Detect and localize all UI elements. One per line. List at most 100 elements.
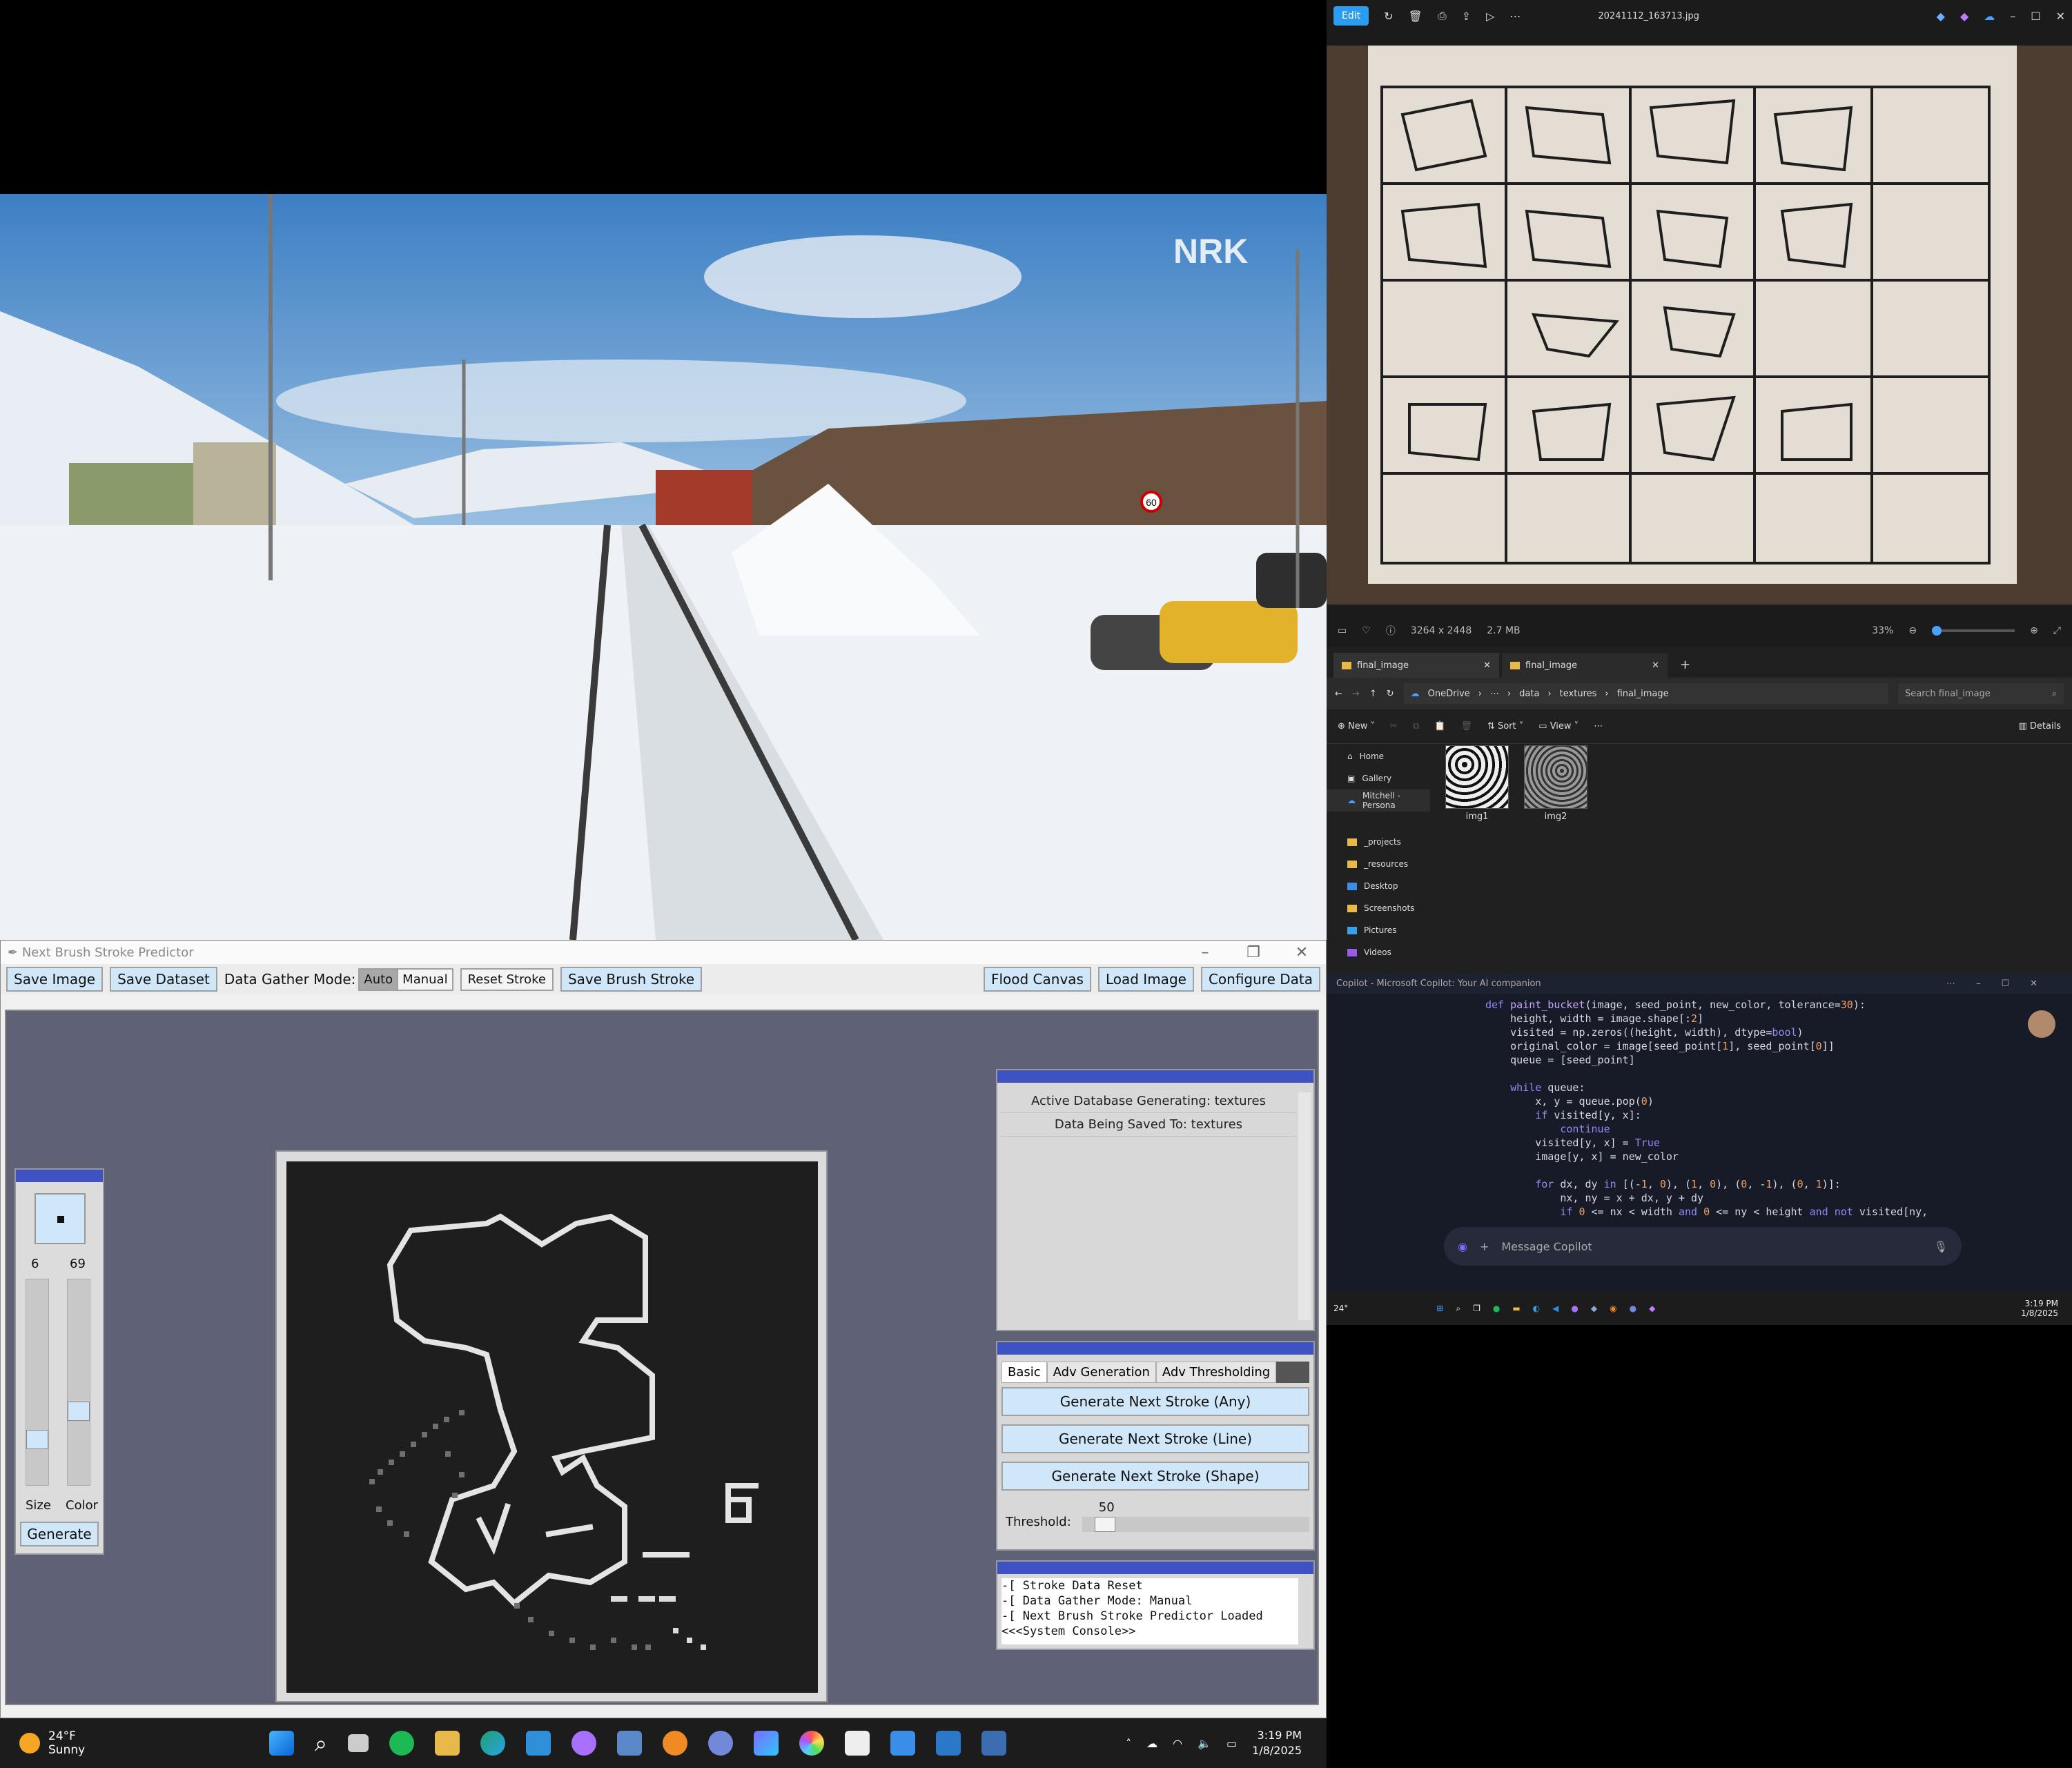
back-icon[interactable]: ←	[1335, 689, 1342, 699]
notepad-icon[interactable]	[890, 1731, 915, 1756]
close-icon[interactable]: ✕	[1278, 944, 1326, 961]
explorer-icon[interactable]: ▬	[1512, 1304, 1520, 1313]
maximize-icon[interactable]: ☐	[2031, 10, 2040, 23]
drawing-canvas[interactable]	[286, 1161, 818, 1693]
more-icon[interactable]: ⋯	[1594, 721, 1603, 731]
zoom-slider[interactable]	[1932, 626, 2015, 636]
threshold-slider-knob[interactable]	[1094, 1517, 1115, 1532]
blender-icon[interactable]	[662, 1731, 687, 1756]
close-tab-icon[interactable]: ✕	[1483, 660, 1491, 671]
info-scrollbar[interactable]	[1298, 1092, 1311, 1320]
add-icon[interactable]: +	[1480, 1240, 1489, 1253]
avatar[interactable]	[2028, 1010, 2055, 1038]
message-input[interactable]: ◉ + Message Copilot 🎙	[1444, 1227, 1962, 1266]
size-slider[interactable]	[26, 1279, 49, 1486]
slideshow-icon[interactable]: ▷	[1486, 10, 1494, 23]
print-icon[interactable]: ⎙	[1438, 9, 1447, 23]
snipping-tool-icon[interactable]	[844, 1731, 870, 1756]
spotify-icon[interactable]	[389, 1731, 414, 1756]
view-button[interactable]: ▭ View ˅	[1538, 721, 1579, 731]
reset-stroke-button[interactable]: Reset Stroke	[460, 968, 554, 991]
new-tab-icon[interactable]: +	[1670, 658, 1700, 678]
nav-desktop[interactable]: Desktop	[1327, 875, 1430, 897]
details-button[interactable]: ▥ Details	[2019, 721, 2062, 731]
photos-icon[interactable]	[935, 1731, 961, 1756]
tab-adv-generation[interactable]: Adv Generation	[1046, 1362, 1156, 1383]
onedrive-icon[interactable]: ☁	[1146, 1737, 1157, 1750]
discord-icon[interactable]	[707, 1731, 733, 1756]
size-slider-knob[interactable]	[26, 1429, 48, 1449]
threshold-slider[interactable]	[1082, 1517, 1309, 1532]
mode-auto-button[interactable]: Auto	[358, 968, 399, 991]
designer-icon[interactable]: ◆	[1937, 10, 1945, 23]
vscode-icon[interactable]	[525, 1731, 551, 1756]
new-button[interactable]: ⊕ New ˅	[1338, 721, 1375, 731]
onedrive-icon[interactable]: ☁	[1984, 10, 1995, 23]
flood-canvas-button[interactable]: Flood Canvas	[983, 967, 1091, 992]
file-explorer-icon[interactable]	[434, 1731, 460, 1756]
generate-line-button[interactable]: Generate Next Stroke (Line)	[1001, 1424, 1309, 1453]
zoom-value[interactable]: 33%	[1872, 625, 1893, 636]
fullscreen-icon[interactable]: ⤢	[2053, 625, 2061, 636]
generate-any-button[interactable]: Generate Next Stroke (Any)	[1001, 1387, 1309, 1416]
start-icon[interactable]	[269, 1731, 294, 1756]
zoom-slider-knob[interactable]	[1932, 626, 1942, 636]
share-icon[interactable]: ⇪	[1462, 10, 1471, 23]
nav-videos[interactable]: Videos	[1327, 941, 1430, 963]
python-icon[interactable]	[981, 1731, 1006, 1756]
paste-icon[interactable]: 📋	[1434, 721, 1445, 731]
taskview-icon[interactable]: ❐	[1473, 1304, 1480, 1313]
nav-gallery[interactable]: ▣ Gallery	[1327, 767, 1430, 789]
zoom-in-icon[interactable]: ⊕	[2030, 625, 2038, 636]
search-icon[interactable]: ⌕	[315, 1730, 327, 1757]
color-slider-knob[interactable]	[68, 1401, 90, 1421]
weather-widget[interactable]: 24°F Sunny	[0, 1729, 248, 1757]
search-input[interactable]: Search final_image ⌕	[1898, 683, 2064, 704]
microphone-icon[interactable]: 🎙	[1934, 1240, 1948, 1253]
godot-icon[interactable]	[616, 1731, 642, 1756]
nav-screenshots[interactable]: Screenshots	[1327, 897, 1430, 919]
crumb-data[interactable]: data	[1519, 689, 1539, 699]
minimize-icon[interactable]: –	[1181, 944, 1229, 961]
nav-onedrive[interactable]: ☁ Mitchell - Persona	[1327, 789, 1430, 812]
tab-basic[interactable]: Basic	[1001, 1362, 1047, 1383]
chevron-up-icon[interactable]: ˄	[1126, 1737, 1131, 1750]
close-tab-icon[interactable]: ✕	[1652, 660, 1659, 671]
load-image-button[interactable]: Load Image	[1097, 967, 1194, 992]
info-icon[interactable]: ⓘ	[1386, 624, 1396, 638]
minimize-icon[interactable]: –	[2010, 10, 2015, 23]
color-picker-icon[interactable]	[799, 1731, 824, 1756]
start-icon[interactable]: ⊞	[1436, 1304, 1443, 1313]
crumb-final-image[interactable]: final_image	[1617, 689, 1669, 699]
wifi-icon[interactable]: ◠	[1173, 1737, 1182, 1750]
clock[interactable]: 3:19 PM 1/8/2025	[1252, 1728, 1302, 1758]
search-icon[interactable]: ⌕	[1456, 1304, 1460, 1314]
crumb-onedrive[interactable]: OneDrive	[1428, 689, 1470, 699]
save-image-button[interactable]: Save Image	[6, 967, 104, 992]
crumb-textures[interactable]: textures	[1560, 689, 1597, 699]
volume-icon[interactable]: 🔈	[1198, 1737, 1211, 1750]
mode-manual-button[interactable]: Manual	[397, 968, 453, 991]
color-slider[interactable]	[67, 1279, 90, 1486]
generate-shape-button[interactable]: Generate Next Stroke (Shape)	[1001, 1462, 1309, 1491]
github-icon[interactable]: ●	[1571, 1304, 1578, 1313]
generate-button[interactable]: Generate	[20, 1522, 99, 1546]
edit-button[interactable]: Edit	[1333, 6, 1369, 26]
file-item[interactable]: img2	[1524, 745, 1587, 822]
copilot-icon[interactable]	[753, 1731, 779, 1756]
forward-icon[interactable]: →	[1352, 689, 1360, 699]
nav-resources[interactable]: _resources	[1327, 853, 1430, 875]
discord-icon[interactable]: ●	[1630, 1304, 1636, 1313]
nav-projects[interactable]: _projects	[1327, 831, 1430, 853]
more-icon[interactable]: ⋯	[1509, 10, 1521, 23]
breadcrumb[interactable]: ☁ OneDrive › ⋯ › data › textures › final_imag…	[1403, 683, 1888, 704]
favorite-icon[interactable]: ♡	[1362, 625, 1371, 636]
tab-final-image-2[interactable]: final_image ✕	[1502, 653, 1668, 678]
save-brush-stroke-button[interactable]: Save Brush Stroke	[560, 967, 703, 992]
tab-adv-thresholding[interactable]: Adv Thresholding	[1155, 1362, 1277, 1383]
delete-icon[interactable]: 🗑	[1460, 721, 1472, 731]
rotate-icon[interactable]: ↻	[1384, 10, 1393, 23]
delete-icon[interactable]: 🗑	[1409, 10, 1423, 23]
copilot-app-icon[interactable]: ◆	[1649, 1304, 1655, 1313]
vscode-icon[interactable]: ◀	[1552, 1304, 1558, 1313]
